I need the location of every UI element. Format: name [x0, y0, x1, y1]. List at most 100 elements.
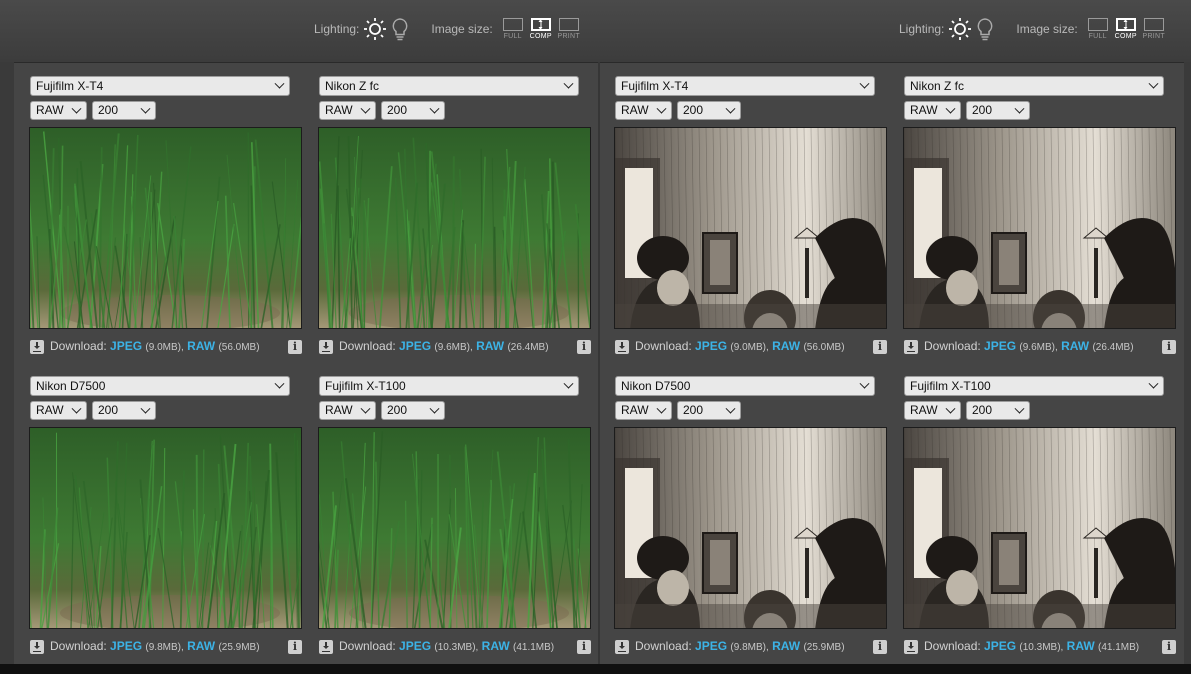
format-select[interactable]: RAW [615, 101, 672, 120]
format-select[interactable]: RAW [904, 101, 961, 120]
download-text: Download: JPEG (9.6MB), RAW (26.4MB) [924, 339, 1134, 353]
sample-image[interactable] [318, 427, 591, 629]
iso-select-value: 200 [387, 103, 408, 117]
jpeg-link[interactable]: JPEG [399, 339, 431, 353]
camera-select[interactable]: Nikon D7500 [615, 376, 875, 396]
jpeg-link[interactable]: JPEG [695, 339, 727, 353]
iso-select[interactable]: 200 [677, 401, 741, 420]
info-icon[interactable]: i [577, 640, 591, 654]
camera-select-value: Fujifilm X-T4 [621, 79, 689, 93]
print-icon [558, 18, 579, 31]
sun-icon[interactable] [948, 17, 972, 41]
download-label: Download: [924, 339, 981, 353]
size-print-button[interactable]: PRINT [1142, 18, 1166, 40]
iso-select[interactable]: 200 [381, 101, 445, 120]
jpeg-link[interactable]: JPEG [399, 639, 431, 653]
jpeg-link[interactable]: JPEG [984, 339, 1016, 353]
jpeg-link[interactable]: JPEG [984, 639, 1016, 653]
size-comp-button[interactable]: COMP [1114, 18, 1138, 40]
sun-icon[interactable] [363, 17, 387, 41]
format-select-value: RAW [36, 103, 64, 117]
jpeg-link[interactable]: JPEG [695, 639, 727, 653]
info-icon[interactable]: i [288, 640, 302, 654]
sample-image[interactable] [903, 427, 1176, 629]
format-select[interactable]: RAW [30, 101, 87, 120]
download-icon[interactable] [30, 640, 44, 654]
download-text: Download: JPEG (9.6MB), RAW (26.4MB) [339, 339, 549, 353]
download-icon[interactable] [30, 340, 44, 354]
sample-image[interactable] [614, 427, 887, 629]
download-text: Download: JPEG (9.0MB), RAW (56.0MB) [50, 339, 260, 353]
camera-select[interactable]: Nikon D7500 [30, 376, 290, 396]
sample-image[interactable] [903, 127, 1176, 329]
download-icon[interactable] [904, 340, 918, 354]
sample-image[interactable] [29, 127, 302, 329]
raw-link[interactable]: RAW [772, 339, 800, 353]
sample-image[interactable] [29, 427, 302, 629]
toolbar-group-left: Lighting: Image size: FULL COMP PRINT [314, 14, 581, 44]
jpeg-size: (9.0MB), [730, 342, 769, 353]
chevron-down-icon [71, 103, 82, 114]
download-icon[interactable] [615, 640, 629, 654]
download-icon[interactable] [904, 640, 918, 654]
comparison-panel: Nikon D7500 RAW 200 Download: JPEG (9.8M… [614, 376, 890, 666]
size-comp-button[interactable]: COMP [529, 18, 553, 40]
format-select[interactable]: RAW [904, 401, 961, 420]
camera-select[interactable]: Fujifilm X-T4 [615, 76, 875, 96]
iso-select-value: 200 [683, 403, 704, 417]
info-icon[interactable]: i [1162, 640, 1176, 654]
camera-select[interactable]: Fujifilm X-T4 [30, 76, 290, 96]
raw-link[interactable]: RAW [476, 339, 504, 353]
iso-select[interactable]: 200 [966, 401, 1030, 420]
size-full-button[interactable]: FULL [1086, 18, 1110, 40]
print-icon [1143, 18, 1164, 31]
format-select[interactable]: RAW [615, 401, 672, 420]
camera-select[interactable]: Nikon Z fc [904, 76, 1164, 96]
format-select[interactable]: RAW [319, 401, 376, 420]
download-icon[interactable] [319, 340, 333, 354]
iso-select[interactable]: 200 [381, 401, 445, 420]
iso-select[interactable]: 200 [92, 401, 156, 420]
chevron-down-icon [429, 103, 440, 114]
format-select[interactable]: RAW [30, 401, 87, 420]
info-icon[interactable]: i [577, 340, 591, 354]
info-icon[interactable]: i [873, 340, 887, 354]
format-select-value: RAW [621, 103, 649, 117]
iso-select[interactable]: 200 [677, 101, 741, 120]
info-icon[interactable]: i [1162, 340, 1176, 354]
camera-select-value: Nikon Z fc [910, 79, 965, 93]
iso-select[interactable]: 200 [92, 101, 156, 120]
info-icon[interactable]: i [288, 340, 302, 354]
sample-image[interactable] [318, 127, 591, 329]
format-select[interactable]: RAW [319, 101, 376, 120]
raw-link[interactable]: RAW [1061, 339, 1089, 353]
raw-link[interactable]: RAW [187, 639, 215, 653]
jpeg-link[interactable]: JPEG [110, 639, 142, 653]
frame-divider [598, 62, 600, 668]
camera-select[interactable]: Nikon Z fc [319, 76, 579, 96]
raw-link[interactable]: RAW [187, 339, 215, 353]
info-icon[interactable]: i [873, 640, 887, 654]
sample-image[interactable] [614, 127, 887, 329]
camera-select[interactable]: Fujifilm X-T100 [904, 376, 1164, 396]
format-select-value: RAW [910, 103, 938, 117]
raw-link[interactable]: RAW [1067, 639, 1095, 653]
raw-link[interactable]: RAW [482, 639, 510, 653]
format-select-value: RAW [910, 403, 938, 417]
size-full-button[interactable]: FULL [501, 18, 525, 40]
camera-select-value: Nikon Z fc [325, 79, 380, 93]
iso-select-value: 200 [683, 103, 704, 117]
download-icon[interactable] [615, 340, 629, 354]
download-row: Download: JPEG (9.6MB), RAW (26.4MB) i [904, 339, 1176, 355]
bulb-icon[interactable] [976, 17, 994, 41]
raw-link[interactable]: RAW [772, 639, 800, 653]
chevron-down-icon [563, 378, 574, 389]
iso-select[interactable]: 200 [966, 101, 1030, 120]
bulb-icon[interactable] [391, 17, 409, 41]
full-icon [1087, 18, 1108, 31]
download-icon[interactable] [319, 640, 333, 654]
jpeg-link[interactable]: JPEG [110, 339, 142, 353]
camera-select[interactable]: Fujifilm X-T100 [319, 376, 579, 396]
size-print-button[interactable]: PRINT [557, 18, 581, 40]
download-row: Download: JPEG (9.8MB), RAW (25.9MB) i [30, 639, 302, 655]
